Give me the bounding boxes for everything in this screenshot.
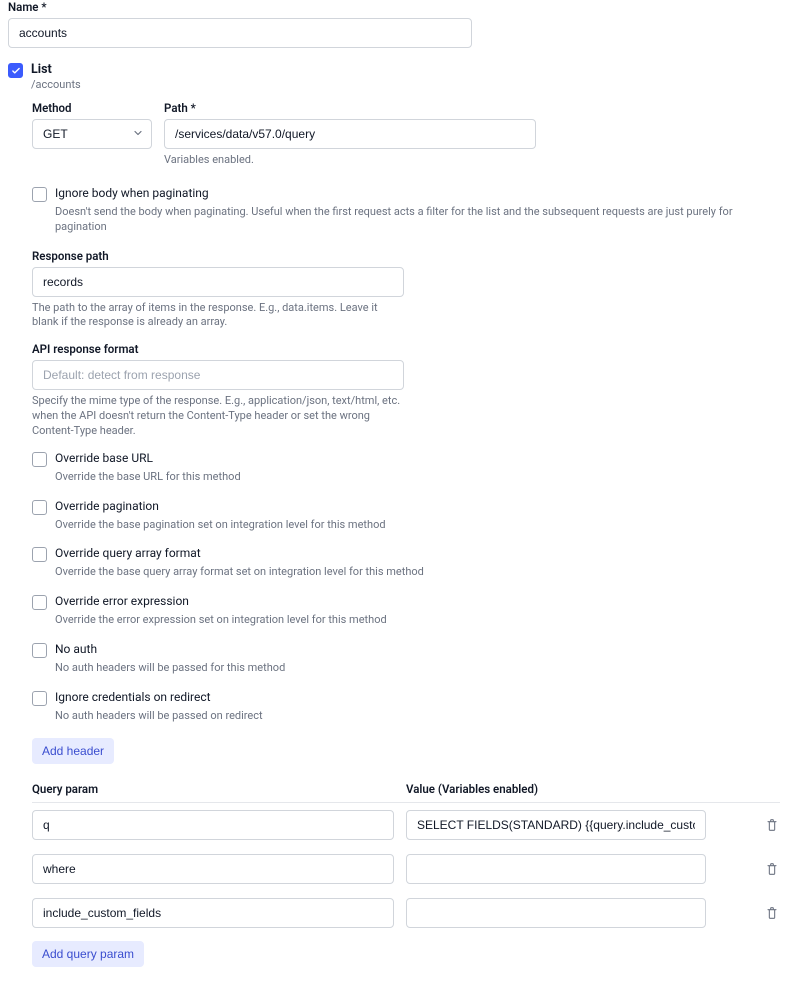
override-pagination-label: Override pagination <box>55 499 159 513</box>
method-column: Method GET <box>32 101 152 149</box>
override-error-label: Override error expression <box>55 594 189 608</box>
query-row <box>32 891 780 935</box>
add-header-button[interactable]: Add header <box>32 738 114 764</box>
override-options: Override base URL Override the base URL … <box>32 451 780 724</box>
delete-icon[interactable] <box>764 905 780 921</box>
method-label: Method <box>32 101 152 115</box>
ignore-body-label: Ignore body when paginating <box>55 186 209 200</box>
method-select[interactable]: GET <box>32 119 152 149</box>
no-auth-option: No auth No auth headers will be passed f… <box>32 642 780 676</box>
list-subpath: /accounts <box>31 78 81 91</box>
name-input[interactable] <box>8 18 472 48</box>
no-auth-hint: No auth headers will be passed for this … <box>55 661 780 676</box>
query-row <box>32 803 780 847</box>
delete-icon[interactable] <box>764 817 780 833</box>
override-query-array-label: Override query array format <box>55 546 201 560</box>
api-format-label: API response format <box>32 342 780 356</box>
override-pagination-checkbox[interactable] <box>32 500 47 515</box>
override-query-array-checkbox[interactable] <box>32 547 47 562</box>
ignore-body-option: Ignore body when paginating Doesn't send… <box>32 186 780 235</box>
ignore-credentials-hint: No auth headers will be passed on redire… <box>55 709 780 724</box>
response-path-hint: The path to the array of items in the re… <box>32 301 404 331</box>
add-query-param-button[interactable]: Add query param <box>32 941 144 967</box>
override-error-hint: Override the error expression set on int… <box>55 613 780 628</box>
query-row <box>32 847 780 891</box>
list-heading-text: List /accounts <box>31 62 81 91</box>
override-query-array-hint: Override the base query array format set… <box>55 565 780 580</box>
override-query-array-option: Override query array format Override the… <box>32 546 780 580</box>
ignore-credentials-option: Ignore credentials on redirect No auth h… <box>32 690 780 724</box>
response-path-group: Response path The path to the array of i… <box>32 249 780 331</box>
query-param-header: Query param <box>32 782 394 796</box>
query-value-input[interactable] <box>406 898 706 928</box>
response-path-label: Response path <box>32 249 780 263</box>
method-path-row: Method GET Path * Variables enabled. <box>32 101 780 168</box>
name-field-group: Name * <box>8 0 780 48</box>
query-param-input[interactable] <box>32 898 394 928</box>
ignore-body-hint: Doesn't send the body when paginating. U… <box>55 205 780 235</box>
query-value-input[interactable] <box>406 810 706 840</box>
list-title: List <box>31 62 81 77</box>
query-value-header: Value (Variables enabled) <box>406 782 706 796</box>
ignore-credentials-checkbox[interactable] <box>32 691 47 706</box>
override-pagination-option: Override pagination Override the base pa… <box>32 499 780 533</box>
response-path-input[interactable] <box>32 267 404 297</box>
path-input[interactable] <box>164 119 536 149</box>
list-section-body: Method GET Path * Variables enabled. Ign… <box>32 101 780 967</box>
list-section-header: List /accounts <box>8 62 780 91</box>
query-param-input[interactable] <box>32 854 394 884</box>
override-base-url-label: Override base URL <box>55 451 153 465</box>
no-auth-label: No auth <box>55 642 97 656</box>
api-format-hint: Specify the mime type of the response. E… <box>32 394 404 439</box>
override-error-option: Override error expression Override the e… <box>32 594 780 628</box>
delete-icon[interactable] <box>764 861 780 877</box>
override-base-url-checkbox[interactable] <box>32 452 47 467</box>
override-pagination-hint: Override the base pagination set on inte… <box>55 518 780 533</box>
method-select-wrap: GET <box>32 119 152 149</box>
ignore-body-checkbox[interactable] <box>32 187 47 202</box>
override-error-checkbox[interactable] <box>32 595 47 610</box>
path-column: Path * Variables enabled. <box>164 101 536 168</box>
ignore-credentials-label: Ignore credentials on redirect <box>55 690 211 704</box>
path-hint: Variables enabled. <box>164 153 536 168</box>
api-format-group: API response format Specify the mime typ… <box>32 342 780 439</box>
query-table-header: Query param Value (Variables enabled) <box>32 782 780 803</box>
override-base-url-option: Override base URL Override the base URL … <box>32 451 780 485</box>
api-format-input[interactable] <box>32 360 404 390</box>
query-param-input[interactable] <box>32 810 394 840</box>
name-label: Name * <box>8 0 780 14</box>
list-enable-checkbox[interactable] <box>8 63 23 78</box>
query-value-input[interactable] <box>406 854 706 884</box>
override-base-url-hint: Override the base URL for this method <box>55 470 780 485</box>
no-auth-checkbox[interactable] <box>32 643 47 658</box>
path-label: Path * <box>164 101 536 115</box>
